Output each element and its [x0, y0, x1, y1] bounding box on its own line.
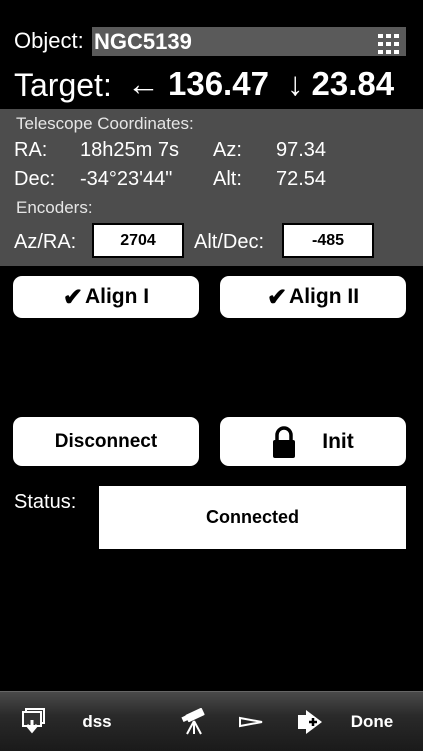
azra-encoder-field[interactable]: 2704 — [92, 223, 184, 258]
done-button[interactable]: Done — [340, 692, 404, 751]
target-ra: ← 136.47 — [127, 65, 269, 103]
encoders-title: Encoders: — [16, 198, 93, 217]
disconnect-button[interactable]: Disconnect — [13, 417, 199, 466]
status-value: Connected — [99, 486, 406, 549]
target-label: Target: — [14, 67, 112, 103]
altdec-label: Alt/Dec: — [194, 231, 265, 253]
alt-value: 72.54 — [276, 168, 327, 190]
checkmark-icon: ✔ — [62, 283, 83, 311]
object-field[interactable]: NGC5139 — [92, 27, 406, 56]
left-arrow-icon: ← — [127, 65, 160, 102]
altdec-encoder-field[interactable]: -485 — [282, 223, 374, 258]
pointer-arrow-icon[interactable] — [234, 692, 270, 751]
align-2-button[interactable]: ✔ Align II — [220, 276, 406, 318]
dss-button[interactable]: dss — [74, 692, 120, 751]
init-button[interactable]: Init — [220, 417, 406, 466]
target-ra-value: 136.47 — [168, 65, 269, 102]
checkmark-icon: ✔ — [266, 283, 288, 311]
dec-value: -34°23'44" — [80, 168, 173, 190]
download-stack-icon[interactable] — [14, 692, 54, 751]
dec-label: Dec: — [14, 168, 56, 190]
down-arrow-icon: ↓ — [287, 65, 304, 102]
status-label: Status: — [14, 491, 77, 513]
az-value: 97.34 — [276, 139, 327, 161]
align-2-label: Align II — [289, 285, 360, 308]
bottom-toolbar: dss Done — [0, 691, 423, 751]
init-label: Init — [322, 429, 354, 453]
az-label: Az: — [213, 139, 242, 161]
telescope-panel: Telescope Coordinates: RA: 18h25m 7s Az:… — [0, 109, 423, 266]
azra-label: Az/RA: — [14, 231, 77, 253]
grid-icon[interactable] — [378, 32, 400, 54]
alt-label: Alt: — [213, 168, 242, 190]
object-value: NGC5139 — [94, 29, 192, 54]
telescope-coordinates-title: Telescope Coordinates: — [16, 114, 194, 133]
target-dec: ↓ 23.84 — [287, 65, 394, 103]
add-arrow-icon[interactable] — [292, 692, 328, 751]
align-1-button[interactable]: ✔ Align I — [13, 276, 199, 318]
align-1-label: Align I — [84, 285, 150, 308]
ra-value: 18h25m 7s — [80, 139, 179, 161]
lock-icon — [272, 425, 296, 458]
ra-label: RA: — [14, 139, 48, 161]
telescope-icon[interactable] — [174, 692, 214, 751]
target-dec-value: 23.84 — [311, 65, 395, 102]
object-label: Object: — [14, 28, 84, 53]
